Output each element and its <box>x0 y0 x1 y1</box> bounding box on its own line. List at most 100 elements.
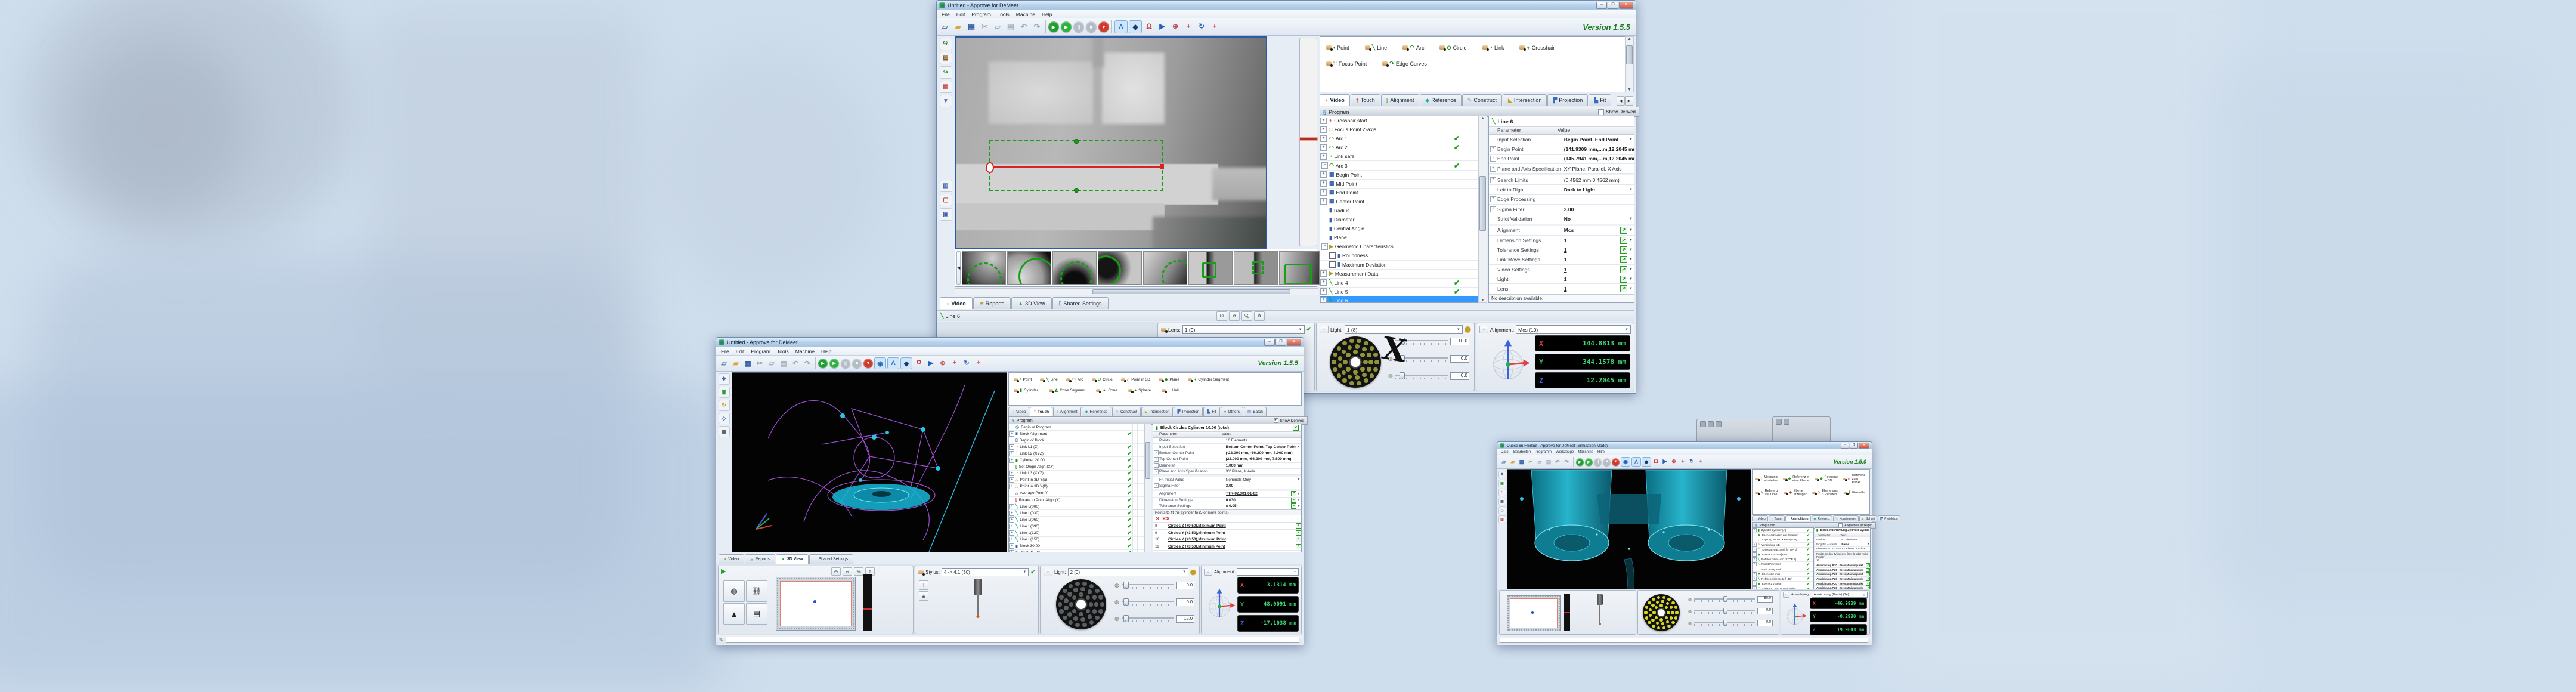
expand-icon[interactable]: + <box>1753 552 1757 557</box>
expand-icon[interactable]: + <box>1490 166 1496 172</box>
expand-icon[interactable]: + <box>1320 118 1327 124</box>
run-control-button[interactable]: ▶ <box>829 359 839 368</box>
mode-button[interactable]: ◆ <box>1642 457 1651 467</box>
wireframe-icon[interactable]: ▦ <box>719 426 730 437</box>
fit-point-row[interactable]: Ausrichtung.P.20 - Kreis,Minimalpunkt ↗ <box>1815 573 1870 577</box>
expand-icon[interactable]: + <box>1320 153 1327 160</box>
toolbar-icon[interactable]: ↷ <box>1031 21 1043 33</box>
expand-icon[interactable]: + <box>1009 471 1014 476</box>
fit-point-row[interactable]: Ausrichtung.P.20 - Kreis,Minimalpunkt ↗ <box>1815 582 1870 586</box>
goto-settings-icon[interactable]: ↗ <box>1291 491 1296 496</box>
goto-point-icon[interactable]: ↗ <box>1866 563 1870 567</box>
program-tree-row[interactable]: + − ▮ Maximum Deviation ✔ <box>1320 261 1479 270</box>
probe-control-icon[interactable]: ⊙ <box>1216 311 1227 321</box>
alignment-tool[interactable]: ╲Referenz zur Linie <box>1755 489 1779 496</box>
toolbar-icon[interactable]: ✂ <box>979 21 990 33</box>
probe-control-icon[interactable]: ⌀ <box>1229 311 1240 321</box>
param-value[interactable]: 16 Elements <box>1226 438 1301 443</box>
program-tree-row[interactable]: + ◆ Ebene 2 y Seite ✔ <box>1753 582 1813 586</box>
run-control-button[interactable]: ▼ <box>863 359 873 368</box>
toolbar-icon[interactable]: ↷ <box>1562 458 1571 466</box>
slider-value[interactable]: 0.0 <box>1176 598 1194 606</box>
menu-item[interactable]: Program <box>748 348 773 354</box>
expand-icon[interactable]: + <box>1490 177 1496 183</box>
view-tab[interactable]: ◗Video <box>940 297 973 309</box>
mode-button[interactable]: + <box>1679 457 1687 465</box>
param-value[interactable]: Nominals Only <box>1226 478 1296 482</box>
property-row[interactable]: + Plane and Axis Specification XY Plane,… <box>1489 164 1634 174</box>
slider-value[interactable]: 10.0 <box>1450 338 1469 345</box>
expand-icon[interactable]: + <box>1490 206 1496 212</box>
program-tree-row[interactable]: + − ▦ Center Point ✔ <box>1320 197 1479 206</box>
mode-button[interactable]: ⊕ <box>1169 20 1181 32</box>
expand-icon[interactable]: + <box>1009 543 1014 549</box>
scroll-down-icon[interactable]: ▼ <box>1479 298 1487 302</box>
expand-icon[interactable]: + <box>1009 477 1014 483</box>
mode-button[interactable]: ◆ <box>900 357 912 369</box>
param-value[interactable]: 1 <box>1564 276 1620 282</box>
run-control-button[interactable]: ▼ <box>1098 21 1109 32</box>
program-tree-row[interactable]: + ⌊ Set Origin Align (XY) ✔ <box>1009 464 1145 471</box>
save-image-icon[interactable]: ▼ <box>940 95 952 107</box>
category-tab[interactable]: ⌊Ausrichtung <box>1785 515 1810 521</box>
program-tree-row[interactable]: + − ◠ Arc 2 ✔ <box>1320 143 1479 152</box>
category-tab[interactable]: ▛Projection <box>1174 407 1203 416</box>
filmstrip-scrollbar[interactable] <box>955 288 1318 295</box>
goto-settings-icon[interactable]: ↗ <box>1291 498 1296 503</box>
expand-icon[interactable]: + <box>1320 297 1327 303</box>
category-tab[interactable]: ◗Video <box>1008 407 1029 416</box>
param-value[interactable]: (22.000 mm, -66.200 mm, 7.800 mm) <box>1226 457 1301 461</box>
expand-icon[interactable]: + <box>1009 524 1014 529</box>
dropdown-arrow-icon[interactable]: ▼ <box>1296 492 1301 496</box>
mode-button[interactable]: ↻ <box>1196 20 1208 32</box>
camera-live-view[interactable] <box>955 36 1267 249</box>
expand-icon[interactable]: + <box>1753 577 1757 581</box>
dropdown-arrow-icon[interactable]: ▼ <box>1628 188 1634 191</box>
expand-icon[interactable]: + <box>1320 171 1327 178</box>
line-end-handle[interactable] <box>1160 164 1164 169</box>
category-tab[interactable]: ⌊Alignment <box>1053 407 1080 416</box>
measure-tool[interactable]: ◔Link <box>1482 44 1504 51</box>
toolbar-icon[interactable]: ▱ <box>1535 458 1544 466</box>
measurement-thumbnail[interactable] <box>1234 251 1278 285</box>
restore-button[interactable]: ❐ <box>1850 443 1858 449</box>
program-tree-row[interactable]: + ▮ Zylinder Zylinder (A) ✔ <box>1753 528 1813 533</box>
cnc-mode-button[interactable]: ◉ <box>1621 457 1630 467</box>
view-tab[interactable]: ▯Shared Settings <box>1052 297 1109 309</box>
run-control-button[interactable]: ▼ <box>1612 458 1620 466</box>
category-tab[interactable]: ✎Konstruieren <box>1833 515 1859 521</box>
expand-icon[interactable]: + <box>1320 144 1327 151</box>
edge-search-region[interactable] <box>989 140 1163 191</box>
expand-icon[interactable]: + <box>1320 180 1327 187</box>
dropdown-arrow-icon[interactable]: ▼ <box>1628 138 1634 141</box>
light-slider[interactable]: ◍ 0.0 <box>1688 620 1773 626</box>
mode-button[interactable]: Ω <box>914 357 924 368</box>
measure-tool[interactable]: ∴Point in 3D <box>1121 377 1150 382</box>
slider-knob[interactable] <box>1723 620 1727 626</box>
expand-icon[interactable]: + <box>1009 444 1014 450</box>
show-derived-checkbox[interactable] <box>1274 418 1278 423</box>
menu-item[interactable]: Machine <box>792 348 818 354</box>
light-slider[interactable]: ◍ 0.0 <box>1388 372 1469 380</box>
menu-item[interactable]: Help <box>1039 11 1055 17</box>
expand-icon[interactable]: + <box>1009 550 1014 552</box>
goto-point-icon[interactable]: ↗ <box>1296 544 1301 549</box>
measure-tool[interactable]: ◔Link <box>1162 388 1179 393</box>
program-tree-row[interactable]: + − ◔ Link safe ✔ <box>1320 152 1479 161</box>
run-control-button[interactable]: ▶ <box>1576 458 1584 466</box>
move-down-icon[interactable]: ↓ <box>1296 516 1299 521</box>
dropdown-arrow-icon[interactable]: ▼ <box>1296 505 1301 508</box>
program-tree-row[interactable]: + ⌊ Ursprung setzen XY-Ursprung ✔ <box>1753 537 1813 542</box>
program-tree-row[interactable]: + ∴ Point in 3D Y(B) ✔ <box>1009 484 1145 490</box>
lock-icon[interactable]: ⌂ <box>1204 569 1212 576</box>
snapshot-icon[interactable]: ↪ <box>940 66 952 79</box>
pan-icon[interactable]: ✥ <box>719 373 730 385</box>
toolbar-icon[interactable]: ▤ <box>1544 458 1553 466</box>
expand-icon[interactable]: + <box>1154 457 1159 462</box>
expand-icon[interactable]: + <box>1490 196 1496 202</box>
program-tree-row[interactable]: + ╲ Line L(120) ✔ <box>1009 530 1145 537</box>
stylus-alert-icon[interactable]: ! <box>919 580 928 590</box>
minimize-button[interactable]: – <box>1264 339 1275 346</box>
property-row[interactable]: + Sigma Filter 3.00 ↗ ▼ <box>1153 483 1301 489</box>
mode-button[interactable]: Λ <box>1631 457 1641 467</box>
